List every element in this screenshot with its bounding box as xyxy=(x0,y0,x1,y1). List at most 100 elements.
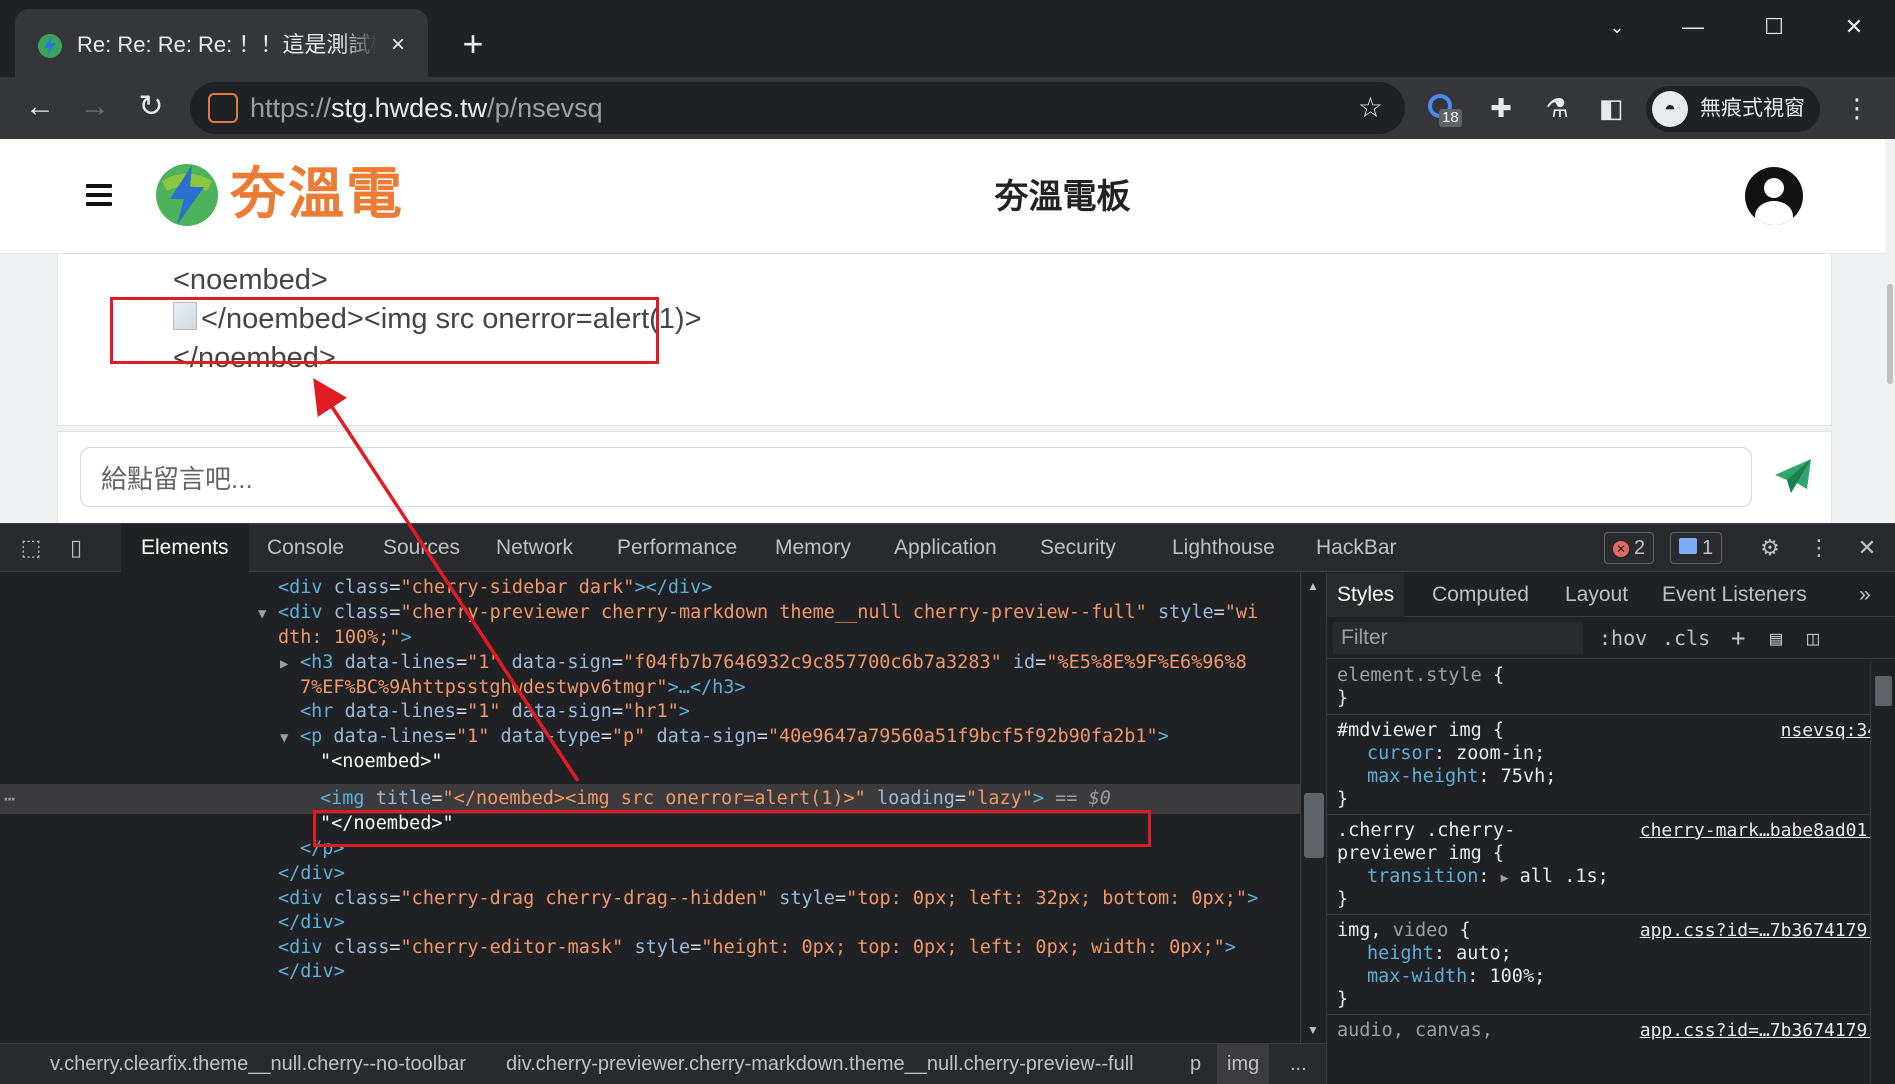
cls-toggle[interactable]: .cls xyxy=(1662,622,1710,654)
extension-icon[interactable]: 18 xyxy=(1425,91,1462,127)
css-source-link[interactable]: app.css?id=…7b3674179:1 xyxy=(1640,919,1889,942)
css-source-link[interactable]: app.css?id=…7b3674179:1 xyxy=(1640,1019,1889,1042)
address-bar[interactable]: https://stg.hwdes.tw/p/nsevsq ☆ xyxy=(190,82,1405,134)
styles-filter-input[interactable]: Filter xyxy=(1333,622,1583,654)
tab-console[interactable]: Console xyxy=(267,524,344,572)
side-panel-icon[interactable]: ◧ xyxy=(1594,91,1628,125)
tab-styles[interactable]: Styles xyxy=(1327,573,1405,617)
toggle-sidebar-icon[interactable]: ◫ xyxy=(1807,622,1819,654)
paint-brush-icon[interactable]: ▤ xyxy=(1770,622,1782,654)
css-declaration[interactable]: cursor: zoom-in; xyxy=(1367,742,1545,765)
hov-toggle[interactable]: :hov xyxy=(1599,622,1647,654)
css-declaration[interactable]: transition: ▶ all .1s; xyxy=(1367,865,1609,890)
tab-sources[interactable]: Sources xyxy=(383,524,460,572)
breadcrumb-item[interactable]: p xyxy=(1190,1044,1201,1084)
more-tabs-icon[interactable]: » xyxy=(1859,573,1871,617)
tab-search-icon[interactable]: ⌄ xyxy=(1587,10,1647,44)
css-selector[interactable]: .cherry .cherry- xyxy=(1337,819,1515,842)
tab-application[interactable]: Application xyxy=(894,524,997,572)
css-selector[interactable]: audio, canvas, xyxy=(1337,1019,1493,1042)
devtools-panel: ⬚ ▯ Elements Console Sources Network Per… xyxy=(0,523,1895,1084)
tab-elements[interactable]: Elements xyxy=(121,524,249,572)
tab-close-icon[interactable]: × xyxy=(386,33,410,57)
forward-arrow-icon[interactable]: → xyxy=(75,87,115,127)
node-options-icon[interactable]: ⋯ xyxy=(4,785,15,815)
url-text[interactable]: https://stg.hwdes.tw/p/nsevsq xyxy=(250,90,603,126)
tab-layout[interactable]: Layout xyxy=(1565,573,1628,617)
tab-strip: Re: Re: Re: Re: ！！這是測試機， × + ⌄ — ☐ ✕ xyxy=(0,0,1895,77)
incognito-icon: ◓ xyxy=(1652,91,1688,127)
breadcrumb-item[interactable]: v.cherry.clearfix.theme__null.cherry--no… xyxy=(50,1044,466,1084)
tab-computed[interactable]: Computed xyxy=(1432,573,1529,617)
css-declaration[interactable]: max-width: 100%; xyxy=(1367,965,1545,988)
styles-scrollbar[interactable] xyxy=(1870,662,1895,1084)
new-rule-icon[interactable]: + xyxy=(1731,622,1745,654)
post-text-line: <noembed> xyxy=(173,264,328,296)
device-toolbar-icon[interactable]: ▯ xyxy=(63,535,89,561)
browser-toolbar: ← → ↻ https://stg.hwdes.tw/p/nsevsq ☆ 18… xyxy=(0,77,1895,139)
extension-badge: 18 xyxy=(1439,109,1462,127)
devtools-tabbar: ⬚ ▯ Elements Console Sources Network Per… xyxy=(0,524,1895,572)
css-selector[interactable]: img, video { xyxy=(1337,919,1471,942)
tab-performance[interactable]: Performance xyxy=(617,524,737,572)
labs-flask-icon[interactable]: ⚗ xyxy=(1540,91,1574,125)
send-icon[interactable] xyxy=(1771,455,1815,499)
incognito-label: 無痕式視窗 xyxy=(1700,97,1805,120)
browser-menu-icon[interactable]: ⋮ xyxy=(1840,91,1874,125)
more-options-icon[interactable]: ⋮ xyxy=(1806,535,1832,561)
css-declaration[interactable]: height: auto; xyxy=(1367,942,1512,965)
elements-scrollbar[interactable]: ▲ ▼ xyxy=(1300,573,1326,1043)
site-info-icon[interactable] xyxy=(208,93,238,123)
css-source-link[interactable]: cherry-mark…babe8ad01:1 xyxy=(1640,819,1889,842)
dom-breadcrumb: v.cherry.clearfix.theme__null.cherry--no… xyxy=(0,1043,1326,1084)
tab-network[interactable]: Network xyxy=(496,524,573,572)
tab-security[interactable]: Security xyxy=(1040,524,1116,572)
new-tab-button[interactable]: + xyxy=(455,26,491,62)
comment-input[interactable]: 給點留言吧... xyxy=(80,447,1752,507)
styles-tabbar: Styles Computed Layout Event Listeners » xyxy=(1327,573,1895,617)
css-brace: } xyxy=(1337,989,1349,1010)
breadcrumb-item[interactable]: div.cherry-previewer.cherry-markdown.the… xyxy=(506,1044,1134,1084)
tab-memory[interactable]: Memory xyxy=(775,524,851,572)
settings-gear-icon[interactable]: ⚙ xyxy=(1757,535,1783,561)
close-window-icon[interactable]: ✕ xyxy=(1824,10,1884,44)
close-devtools-icon[interactable]: ✕ xyxy=(1854,535,1880,561)
styles-pane: Styles Computed Layout Event Listeners »… xyxy=(1326,573,1895,1084)
error-count-badge[interactable]: ✕ 2 xyxy=(1604,532,1655,564)
css-declaration[interactable]: max-height: 75vh; xyxy=(1367,765,1556,788)
tab-hackbar[interactable]: HackBar xyxy=(1316,524,1397,572)
css-brace: } xyxy=(1337,889,1349,910)
dom-text-node[interactable]: "<noembed>" xyxy=(320,747,443,777)
css-selector[interactable]: element.style }{ xyxy=(1337,664,1504,687)
site-header: 夯溫電 夯溫電板 xyxy=(0,139,1885,254)
tab-event-listeners[interactable]: Event Listeners xyxy=(1662,573,1807,617)
css-brace: } xyxy=(1337,789,1349,810)
styles-filter-row: Filter :hov .cls + ▤ ◫ xyxy=(1327,617,1895,659)
bookmark-star-icon[interactable]: ☆ xyxy=(1358,92,1383,124)
reload-icon[interactable]: ↻ xyxy=(131,87,171,127)
dom-node[interactable]: <div class="cherry-drag cherry-drag--hid… xyxy=(278,884,1258,914)
comment-box: 給點留言吧... xyxy=(57,431,1832,523)
tab-lighthouse[interactable]: Lighthouse xyxy=(1172,524,1275,572)
breadcrumb-more[interactable]: ... xyxy=(1290,1044,1307,1084)
minimize-icon[interactable]: — xyxy=(1663,10,1723,44)
maximize-icon[interactable]: ☐ xyxy=(1744,10,1804,44)
back-arrow-icon[interactable]: ← xyxy=(20,87,60,127)
inspect-element-icon[interactable]: ⬚ xyxy=(18,535,44,561)
tab-title: Re: Re: Re: Re: ！！這是測試機， xyxy=(77,32,377,57)
dom-close-tag[interactable]: </div> xyxy=(278,957,345,987)
css-brace: } xyxy=(1337,688,1349,709)
site-favicon-icon xyxy=(38,34,62,58)
page-scrollbar[interactable] xyxy=(1885,139,1895,523)
post-text-line: </noembed> xyxy=(173,342,336,374)
elements-tree: ⋯ <div class="cherry-sidebar dark"></div… xyxy=(0,573,1300,1043)
browser-tab[interactable]: Re: Re: Re: Re: ！！這是測試機， × xyxy=(15,9,428,77)
incognito-profile[interactable]: ◓ 無痕式視窗 xyxy=(1646,86,1820,132)
css-selector-cont[interactable]: previewer img { xyxy=(1337,842,1504,865)
extensions-puzzle-icon[interactable]: ✚ xyxy=(1484,91,1518,125)
css-selector[interactable]: #mdviewer img { xyxy=(1337,719,1504,742)
user-account-icon[interactable] xyxy=(1745,167,1803,225)
breadcrumb-item-selected[interactable]: img xyxy=(1217,1044,1270,1084)
dom-node[interactable]: <div class="cherry-editor-mask" style="h… xyxy=(278,933,1236,963)
message-count-badge[interactable]: 1 xyxy=(1670,532,1723,564)
